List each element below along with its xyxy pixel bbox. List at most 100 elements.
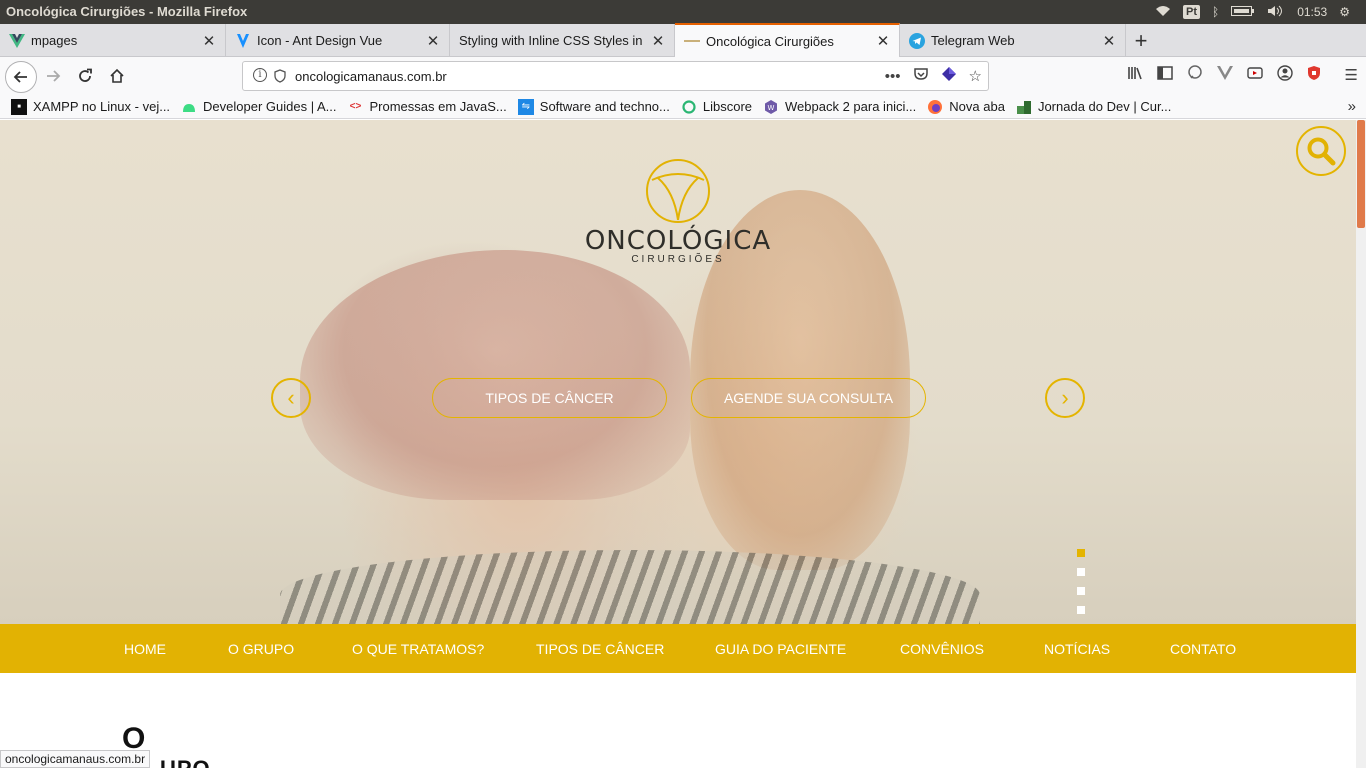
logo-emblem-icon (646, 159, 710, 223)
svg-text:W: W (768, 104, 775, 112)
telegram-icon (909, 32, 925, 49)
menu-item-guia-do-paciente[interactable]: GUIA DO PACIENTE (715, 641, 846, 657)
clock[interactable]: 01:53 (1297, 5, 1327, 19)
tab-oncologica[interactable]: Oncológica Cirurgiões ✕ (675, 23, 900, 57)
forward-arrow-icon[interactable] (39, 62, 67, 90)
libscore-icon (681, 99, 697, 115)
bookmark-nova-aba[interactable]: Nova aba (927, 99, 1005, 115)
nav-toolbar: i oncologicamanaus.com.br ••• ☆ ☰ (0, 57, 1366, 95)
search-icon (1307, 137, 1336, 166)
new-tab-plus-icon[interactable]: + (1128, 28, 1154, 54)
xampp-icon: ■ (11, 98, 27, 115)
tracking-shield-icon[interactable] (274, 69, 286, 86)
hero-slider: ONCOLÓGICA CIRURGIÕES ‹ TIPOS DE CÂNCER … (0, 120, 1356, 640)
bookmark-label: Webpack 2 para inici... (785, 99, 917, 114)
share-icon: ⇋ (517, 98, 534, 115)
page-actions-menu-icon[interactable]: ••• (885, 68, 901, 85)
sidebar-icon[interactable] (1156, 66, 1173, 84)
site-logo[interactable]: ONCOLÓGICA CIRURGIÕES (578, 158, 778, 265)
slider-next-chevron-icon[interactable]: › (1045, 378, 1085, 418)
tab-label: mpages (31, 33, 78, 48)
url-bar[interactable]: i oncologicamanaus.com.br ••• ☆ (242, 61, 989, 91)
reload-icon[interactable] (71, 62, 99, 90)
bookmark-xampp[interactable]: ■ XAMPP no Linux - vej... (11, 98, 171, 115)
url-actions: ••• ☆ (885, 66, 982, 86)
page-viewport: ONCOLÓGICA CIRURGIÕES ‹ TIPOS DE CÂNCER … (0, 120, 1356, 768)
menu-item-convenios[interactable]: CONVÊNIOS (900, 641, 984, 657)
bookmark-jornada[interactable]: Jornada do Dev | Cur... (1016, 99, 1171, 115)
menu-item-o-que-tratamos[interactable]: O QUE TRATAMOS? (352, 641, 484, 657)
tab-mpages[interactable]: mpages ✕ (0, 24, 226, 57)
scrollbar-thumb[interactable] (1357, 120, 1365, 228)
slider-prev-chevron-icon[interactable]: ‹ (271, 378, 311, 418)
tipos-de-cancer-button[interactable]: TIPOS DE CÂNCER (432, 378, 667, 418)
tab-close-icon[interactable]: ✕ (650, 32, 666, 50)
account-icon[interactable] (1276, 65, 1293, 85)
home-icon[interactable] (103, 62, 131, 90)
tab-label: Telegram Web (931, 33, 1015, 48)
settings-gear-icon[interactable]: ⚙ (1339, 5, 1350, 19)
tab-inline-css[interactable]: Styling with Inline CSS Styles in V ✕ (450, 24, 675, 57)
back-arrow-icon[interactable] (5, 61, 37, 93)
bookmark-label: Software and techno... (539, 99, 670, 114)
site-search-button[interactable] (1296, 126, 1346, 176)
more-bookmarks-chevron-icon[interactable]: » (1348, 98, 1356, 115)
library-icon[interactable] (1127, 66, 1143, 84)
bookmark-label: Developer Guides | A... (203, 99, 337, 114)
system-tray: Pt ᛒ 01:53 ⚙ (1155, 0, 1366, 24)
bookmark-label: XAMPP no Linux - vej... (33, 99, 171, 114)
tab-label: Styling with Inline CSS Styles in V (459, 33, 646, 48)
bookmark-libscore[interactable]: Libscore (681, 99, 752, 115)
privacy-extension-icon[interactable] (1307, 65, 1321, 85)
extension-cube-icon[interactable] (941, 66, 957, 86)
keyboard-layout-indicator[interactable]: Pt (1183, 5, 1200, 19)
url-text[interactable]: oncologicamanaus.com.br (295, 69, 447, 84)
vue-icon (9, 33, 25, 49)
menu-item-home[interactable]: HOME (124, 641, 166, 657)
android-icon (181, 99, 197, 115)
firefox-icon (927, 99, 943, 115)
oncologica-icon (684, 33, 700, 49)
slider-dot-2[interactable] (1077, 568, 1085, 576)
vue-devtools-icon[interactable] (1216, 66, 1233, 84)
video-extension-icon[interactable] (1246, 66, 1263, 84)
tab-close-icon[interactable]: ✕ (201, 32, 217, 50)
bookmark-developer-guides[interactable]: Developer Guides | A... (181, 99, 337, 115)
tab-close-icon[interactable]: ✕ (1101, 32, 1117, 50)
menu-item-noticias[interactable]: NOTÍCIAS (1044, 641, 1110, 657)
menu-item-o-grupo[interactable]: O GRUPO (228, 641, 294, 657)
wifi-icon[interactable] (1155, 5, 1171, 20)
hamburger-menu-icon[interactable]: ☰ (1345, 66, 1358, 84)
agende-consulta-button[interactable]: AGENDE SUA CONSULTA (691, 378, 926, 418)
tab-close-icon[interactable]: ✕ (875, 32, 891, 50)
bookmark-label: Jornada do Dev | Cur... (1037, 99, 1172, 114)
tab-bar: mpages ✕ Icon - Ant Design Vue ✕ Styling… (0, 23, 1366, 57)
page-scrollbar[interactable] (1356, 120, 1366, 768)
logo-wordmark: ONCOLÓGICA (584, 226, 772, 256)
slider-dot-1[interactable] (1077, 549, 1085, 557)
bookmarks-toolbar: ■ XAMPP no Linux - vej... Developer Guid… (0, 95, 1366, 119)
bookmark-promessas[interactable]: <> Promessas em JavaS... (348, 99, 507, 115)
bluetooth-icon[interactable]: ᛒ (1212, 5, 1219, 19)
tab-close-icon[interactable]: ✕ (425, 32, 441, 50)
chat-extension-icon[interactable] (1187, 65, 1203, 85)
jornada-icon (1016, 99, 1032, 115)
bookmark-webpack[interactable]: W Webpack 2 para inici... (763, 99, 916, 115)
volume-icon[interactable] (1267, 5, 1285, 20)
hero-photo-scarf (300, 250, 690, 500)
menu-item-tipos-de-cancer[interactable]: TIPOS DE CÂNCER (536, 641, 664, 657)
bookmark-star-icon[interactable]: ☆ (969, 67, 982, 85)
pocket-icon[interactable] (913, 67, 929, 85)
tab-ant-design[interactable]: Icon - Ant Design Vue ✕ (226, 24, 450, 57)
tab-label: Oncológica Cirurgiões (706, 33, 834, 49)
site-info-icon[interactable]: i (253, 68, 267, 82)
main-menu: HOME O GRUPO O QUE TRATAMOS? TIPOS DE CÂ… (0, 624, 1356, 673)
bookmark-software[interactable]: ⇋ Software and techno... (517, 98, 670, 115)
tab-label: Icon - Ant Design Vue (257, 33, 383, 48)
menu-item-contato[interactable]: CONTATO (1170, 641, 1236, 657)
bookmark-label: Libscore (702, 99, 753, 114)
battery-icon[interactable] (1231, 5, 1255, 20)
slider-dot-4[interactable] (1077, 606, 1085, 614)
tab-telegram[interactable]: Telegram Web ✕ (900, 24, 1126, 57)
slider-dot-3[interactable] (1077, 587, 1085, 595)
